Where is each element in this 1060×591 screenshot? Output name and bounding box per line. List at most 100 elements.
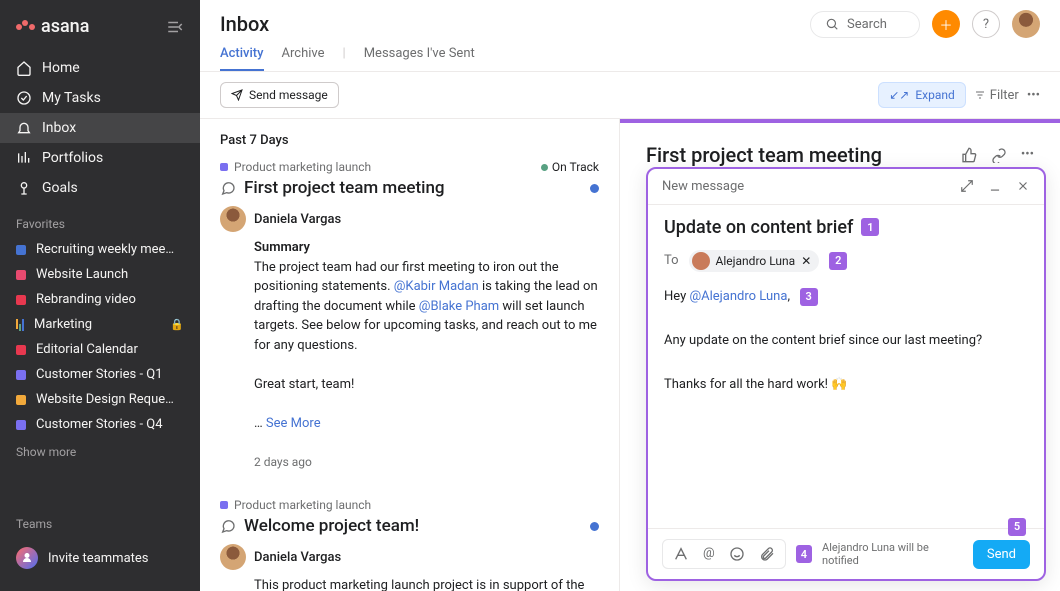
detail-title: First project team meeting: [646, 143, 951, 167]
link-icon[interactable]: [991, 147, 1007, 163]
emoji-icon[interactable]: [729, 546, 745, 562]
invite-teammates[interactable]: Invite teammates: [0, 537, 200, 579]
nav-mytasks-label: My Tasks: [42, 90, 101, 106]
see-more-link[interactable]: See More: [266, 416, 321, 431]
card-body: Summary The project team had our first m…: [254, 238, 599, 472]
nav-inbox[interactable]: Inbox: [0, 113, 200, 143]
inbox-card[interactable]: Product marketing launch Welcome project…: [220, 498, 599, 591]
favorite-label: Website Launch: [36, 267, 128, 282]
compose-header: New message: [648, 169, 1044, 205]
expand-modal-icon[interactable]: [960, 179, 974, 193]
question-icon: ?: [983, 17, 989, 32]
sidebar-favorite-item[interactable]: Customer Stories - Q4: [0, 412, 200, 437]
author-avatar-icon: [220, 544, 246, 570]
expand-button[interactable]: ↙↗ Expand: [878, 82, 966, 108]
sidebar-favorite-item[interactable]: Customer Stories - Q1: [0, 362, 200, 387]
sidebar-favorite-item[interactable]: Rebranding video: [0, 287, 200, 312]
invite-label: Invite teammates: [48, 551, 149, 566]
add-button[interactable]: ＋: [932, 10, 960, 38]
to-label: To: [664, 253, 679, 268]
badge-4: 4: [796, 545, 812, 563]
favorite-label: Marketing: [34, 317, 92, 332]
filter-label: Filter: [990, 88, 1019, 103]
like-icon[interactable]: [961, 147, 977, 163]
sidebar: asana Home My Tasks Inbox Portfolios Goa…: [0, 0, 200, 591]
mention[interactable]: @Alejandro Luna: [689, 289, 787, 304]
mention-icon[interactable]: @: [703, 546, 715, 562]
card-header: Product marketing launch On Track: [220, 160, 599, 174]
profile-avatar[interactable]: [1012, 10, 1040, 38]
nav-portfolios[interactable]: Portfolios: [0, 143, 200, 173]
inbox-card[interactable]: Product marketing launch On Track First …: [220, 160, 599, 472]
show-more-favorites[interactable]: Show more: [0, 437, 200, 467]
project-color-icon: [16, 270, 26, 280]
sidebar-favorite-item[interactable]: Recruiting weekly mee…: [0, 237, 200, 262]
recipient-chip[interactable]: Alejandro Luna ✕: [689, 250, 820, 272]
app-name: asana: [41, 16, 89, 37]
project-color-icon: [16, 370, 26, 380]
tab-sent[interactable]: Messages I've Sent: [364, 46, 475, 71]
send-button[interactable]: Send: [973, 540, 1030, 569]
inbox-toolbar: Send message ↙↗ Expand Filter •••: [200, 72, 1060, 119]
status-dot-icon: [541, 164, 548, 171]
badge-3: 3: [800, 288, 818, 306]
tab-archive[interactable]: Archive: [282, 46, 325, 71]
mention[interactable]: @Blake Pham: [419, 299, 499, 314]
project-color-icon: [220, 163, 228, 171]
minimize-icon[interactable]: [988, 179, 1002, 193]
nav-goals[interactable]: Goals: [0, 173, 200, 203]
badge-5: 5: [1008, 518, 1026, 536]
check-circle-icon: [16, 90, 32, 106]
card-title-row: Welcome project team!: [220, 516, 599, 536]
sidebar-favorite-item[interactable]: Website Design Reque…: [0, 387, 200, 412]
nav-goals-label: Goals: [42, 180, 78, 196]
more-icon[interactable]: •••: [1027, 88, 1040, 103]
msg-text: ,: [787, 289, 790, 304]
logo-row: asana: [0, 12, 200, 53]
inbox-tabs: Activity Archive | Messages I've Sent: [200, 38, 1060, 72]
filter-button[interactable]: Filter: [974, 88, 1019, 103]
compose-subject[interactable]: Update on content brief 1: [664, 217, 1028, 238]
status-text: On Track: [552, 160, 599, 174]
card-title-row: First project team meeting: [220, 178, 599, 198]
favorite-label: Website Design Reque…: [36, 392, 174, 407]
author-name: Daniela Vargas: [254, 212, 341, 227]
more-icon[interactable]: •••: [1021, 147, 1034, 163]
unread-dot-icon: [590, 522, 599, 531]
project-color-icon: [220, 501, 228, 509]
close-icon[interactable]: [1016, 179, 1030, 193]
remove-chip-icon[interactable]: ✕: [801, 254, 811, 268]
tab-activity[interactable]: Activity: [220, 46, 264, 71]
favorites-list: Recruiting weekly mee… Website Launch Rebr…: [0, 237, 200, 437]
author-avatar-icon: [220, 206, 246, 232]
compose-body: Update on content brief 1 To Alejandro L…: [648, 205, 1044, 528]
mention[interactable]: @Kabir Madan: [394, 279, 479, 294]
card-body: This product marketing launch project is…: [254, 576, 599, 591]
send-message-button[interactable]: Send message: [220, 82, 339, 108]
page-title: Inbox: [220, 12, 269, 36]
composer-toolbar: @: [662, 539, 786, 569]
sidebar-favorite-item[interactable]: Website Launch: [0, 262, 200, 287]
nav-mytasks[interactable]: My Tasks: [0, 83, 200, 113]
app-logo[interactable]: asana: [16, 16, 89, 37]
sidebar-favorite-item[interactable]: Editorial Calendar: [0, 337, 200, 362]
search-input[interactable]: Search: [810, 11, 920, 38]
badge-1: 1: [861, 218, 879, 236]
compose-to-row[interactable]: To Alejandro Luna ✕ 2: [664, 250, 1028, 272]
expand-icon: ↙↗: [889, 88, 909, 102]
format-icon[interactable]: [673, 546, 689, 562]
filter-icon: [974, 89, 986, 101]
attach-icon[interactable]: [759, 546, 775, 562]
nav-home[interactable]: Home: [0, 53, 200, 83]
bars-icon: [16, 319, 24, 331]
nav-inbox-label: Inbox: [42, 120, 76, 136]
sidebar-favorite-item[interactable]: Marketing🔒: [0, 312, 200, 337]
collapse-sidebar-icon[interactable]: [166, 18, 184, 36]
compose-message[interactable]: Hey @Alejandro Luna, 3 Any update on the…: [664, 286, 1028, 516]
card-title: First project team meeting: [244, 178, 445, 198]
send-message-label: Send message: [249, 88, 328, 102]
favorites-label: Favorites: [0, 203, 200, 237]
card-timestamp: 2 days ago: [254, 455, 312, 469]
author-row: Daniela Vargas: [220, 544, 599, 570]
help-button[interactable]: ?: [972, 10, 1000, 38]
